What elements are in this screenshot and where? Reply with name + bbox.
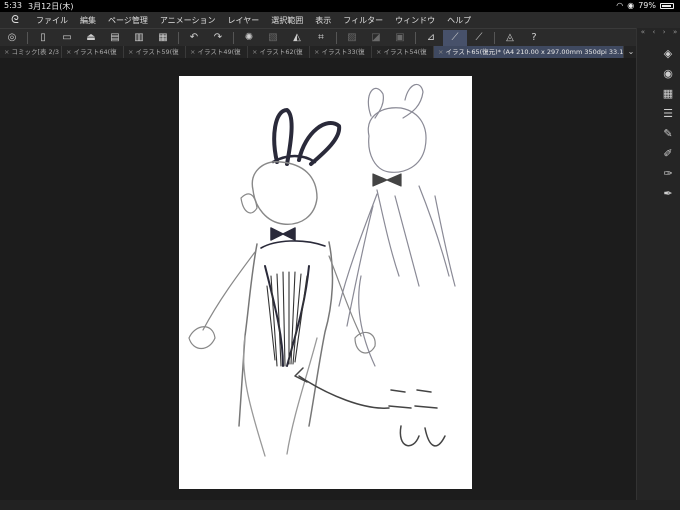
tool-property-icon[interactable]: ✐: [661, 146, 675, 160]
drawing-canvas[interactable]: [179, 76, 472, 489]
menu-edit[interactable]: 編集: [74, 15, 102, 26]
chevron-right-icon[interactable]: ›: [663, 28, 666, 38]
brush-size-icon[interactable]: ✒: [661, 186, 675, 200]
chevron-left-icon[interactable]: «: [641, 28, 645, 38]
panel-nav: « ‹ › »: [637, 28, 680, 38]
tab-comic[interactable]: × コミック[表 2/3: [0, 46, 62, 58]
command-bar: ◎ ▯ ▭ ⏏ ▤ ▥ ▦ ↶ ↷ ✺ ▧ ◭ ⌗ ▨ ◪ ▣ ⊿ ⟋ ⟋ ◬ …: [0, 28, 640, 46]
status-time: 5:33: [4, 1, 22, 10]
clear-icon[interactable]: ▧: [261, 30, 285, 46]
layers-icon[interactable]: ◈: [661, 46, 675, 60]
toolbar-divider: [178, 31, 179, 44]
pen-check-icon[interactable]: ⊿: [419, 30, 443, 46]
page-settings-icon[interactable]: ▦: [151, 30, 175, 46]
sharing-icon[interactable]: ◬: [498, 30, 522, 46]
menu-help[interactable]: ヘルプ: [441, 15, 477, 26]
brush-icon[interactable]: ✎: [661, 126, 675, 140]
menu-window[interactable]: ウィンドウ: [389, 15, 441, 26]
loading-icon[interactable]: ✺: [237, 30, 261, 46]
transparent-icon[interactable]: ▨: [340, 30, 364, 46]
toolbar-divider: [336, 31, 337, 44]
menu-page[interactable]: ページ管理: [102, 15, 154, 26]
transparent-alt-icon[interactable]: ◪: [364, 30, 388, 46]
fill-icon[interactable]: ◭: [285, 30, 309, 46]
document-tabs: × コミック[表 2/3 × イラスト64(復 × イラスト59(復 × イラスト49(…: [0, 46, 640, 58]
menu-selection[interactable]: 選択範囲: [265, 15, 309, 26]
tab-label: イラスト59(復: [135, 48, 179, 56]
tab-label: イラスト54(復: [383, 48, 427, 56]
menu-filter[interactable]: フィルター: [337, 15, 389, 26]
tab-illust-54[interactable]: × イラスト54(復: [372, 46, 434, 58]
toolbar-divider: [494, 31, 495, 44]
new-file-icon[interactable]: ▯: [31, 30, 55, 46]
open-file-icon[interactable]: ▭: [55, 30, 79, 46]
navigator-icon[interactable]: ◉: [661, 66, 675, 80]
tab-illust-62[interactable]: × イラスト62(復: [248, 46, 310, 58]
page-export-icon[interactable]: ▥: [127, 30, 151, 46]
tab-illust-59[interactable]: × イラスト59(復: [124, 46, 186, 58]
pen-active-icon[interactable]: ⟋: [443, 29, 467, 46]
close-icon[interactable]: ×: [4, 46, 9, 58]
tab-label: コミック[表 2/3: [11, 48, 60, 56]
menu-animation[interactable]: アニメーション: [154, 15, 222, 26]
close-icon[interactable]: ×: [376, 46, 381, 58]
page-icon[interactable]: ▤: [103, 30, 127, 46]
location-icon: ◉: [627, 1, 635, 10]
sketch-artwork: [188, 83, 456, 457]
toolbar-divider: [27, 31, 28, 44]
menu-bar: ᘓ ファイル 編集 ページ管理 アニメーション レイヤー 選択範囲 表示 フィル…: [0, 12, 680, 28]
tab-illust-49[interactable]: × イラスト49(復: [186, 46, 248, 58]
clip-studio-logo-icon[interactable]: ᘓ: [0, 13, 30, 27]
crop-icon[interactable]: ⌗: [309, 30, 333, 46]
toolbar-divider: [233, 31, 234, 44]
tab-illust-64[interactable]: × イラスト64(復: [62, 46, 124, 58]
pen-alt-icon[interactable]: ⟋: [467, 30, 491, 46]
close-icon[interactable]: ×: [252, 46, 257, 58]
right-panel: « ‹ › » ◈ ◉ ▦ ☰ ✎ ✐ ✑ ✒: [636, 28, 680, 510]
toolbar-divider: [415, 31, 416, 44]
close-icon[interactable]: ×: [128, 46, 133, 58]
chevron-left-icon[interactable]: ‹: [652, 28, 655, 38]
wifi-icon: ◠: [616, 1, 624, 10]
battery-text: 79%: [638, 1, 656, 10]
color-icon[interactable]: ✑: [661, 166, 675, 180]
canvas-area[interactable]: [0, 58, 636, 500]
close-icon[interactable]: ×: [438, 46, 443, 58]
canvas-view-icon[interactable]: ◎: [0, 30, 24, 46]
menu-layer[interactable]: レイヤー: [222, 15, 266, 26]
menu-file[interactable]: ファイル: [30, 15, 74, 26]
tab-label: イラスト65(復元)* (A4 210.00 x 297.00mm 350dpi…: [445, 48, 624, 56]
close-icon[interactable]: ×: [190, 46, 195, 58]
save-icon[interactable]: ⏏: [79, 30, 103, 46]
status-right: ◠ ◉ 79%: [616, 1, 674, 10]
tab-label: イラスト33(復: [321, 48, 365, 56]
close-icon[interactable]: ×: [314, 46, 319, 58]
sub-tool-icon[interactable]: ☰: [661, 106, 675, 120]
tab-illust-33[interactable]: × イラスト33(復: [310, 46, 372, 58]
status-bar: 5:33 3月12日(木) ◠ ◉ 79%: [0, 0, 680, 12]
tab-illust-65-active[interactable]: × イラスト65(復元)* (A4 210.00 x 297.00mm 350dp…: [434, 46, 624, 58]
close-icon[interactable]: ×: [66, 46, 71, 58]
battery-icon: [660, 2, 674, 9]
bottom-bar: [0, 500, 680, 510]
tab-label: イラスト62(復: [259, 48, 303, 56]
tab-label: イラスト64(復: [73, 48, 117, 56]
status-date: 3月12日(木): [28, 2, 74, 11]
undo-icon[interactable]: ↶: [182, 30, 206, 46]
help-icon[interactable]: ?: [522, 30, 546, 46]
chevron-right-icon[interactable]: »: [673, 28, 677, 38]
material-icon[interactable]: ▦: [661, 86, 675, 100]
menu-view[interactable]: 表示: [309, 15, 337, 26]
tab-label: イラスト49(復: [197, 48, 241, 56]
transparent-alt2-icon[interactable]: ▣: [388, 30, 412, 46]
redo-icon[interactable]: ↷: [206, 30, 230, 46]
